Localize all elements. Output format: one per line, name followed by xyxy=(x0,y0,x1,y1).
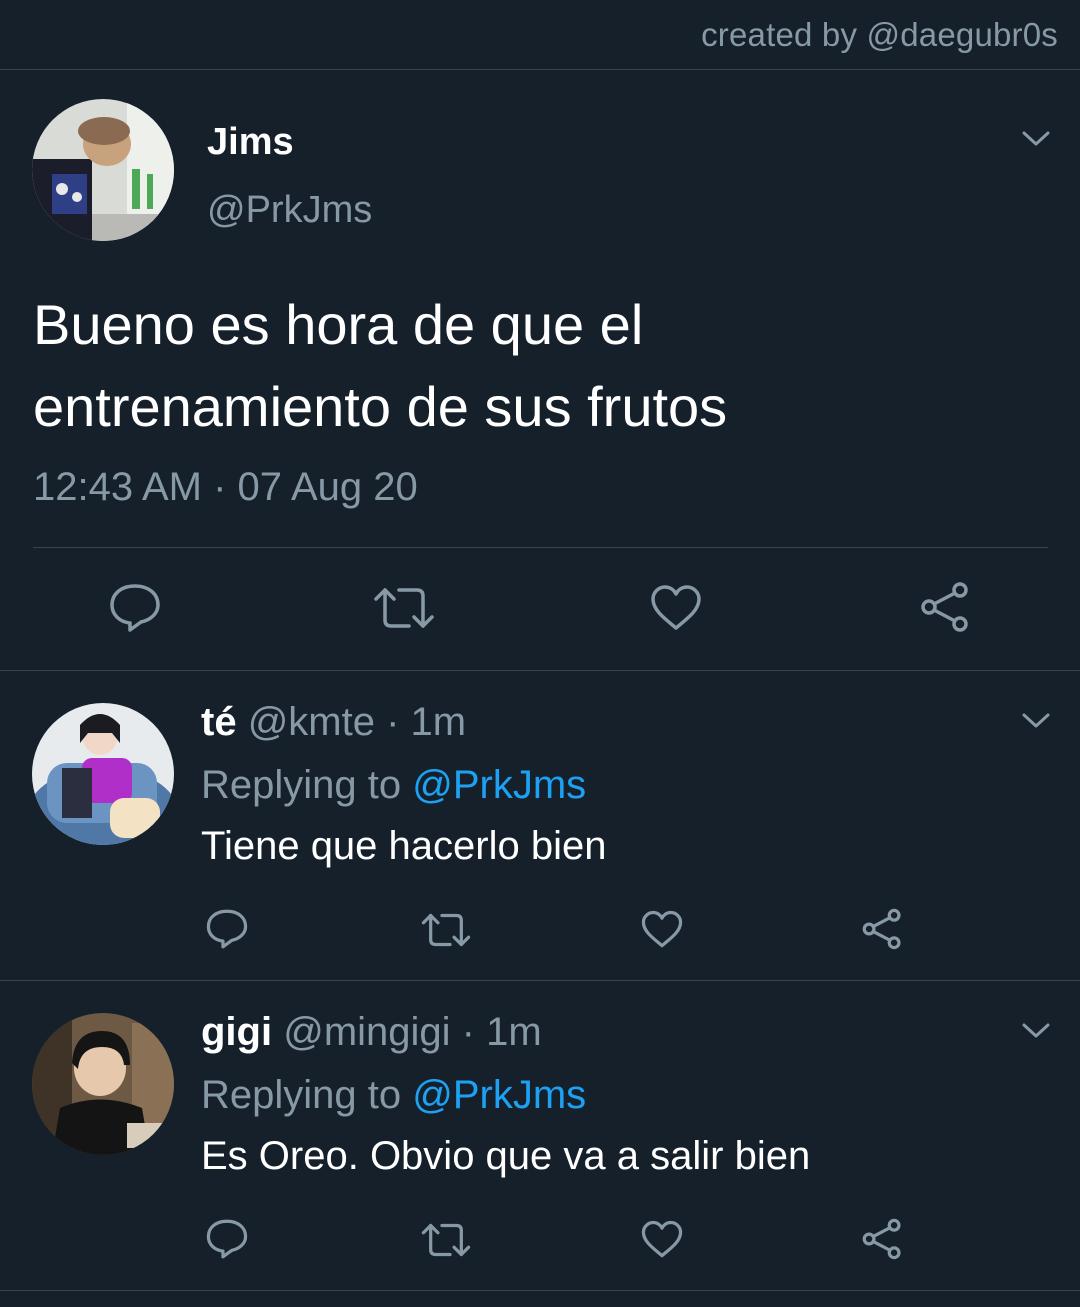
reply-author-name[interactable]: gigi xyxy=(201,1010,272,1054)
chevron-down-icon[interactable] xyxy=(1021,129,1051,149)
avatar[interactable] xyxy=(32,703,174,845)
top-header: created by @daegubr0s xyxy=(0,0,1080,70)
replying-to-handle[interactable]: @PrkJms xyxy=(412,1073,586,1117)
reply-text: Es Oreo. Obvio que va a salir bien xyxy=(201,1134,811,1178)
replying-to-label: Replying to xyxy=(201,1073,413,1117)
share-icon[interactable] xyxy=(860,1218,904,1260)
reply-author-meta: @mingigi · 1m xyxy=(283,1010,542,1054)
retweet-icon[interactable] xyxy=(373,586,435,630)
chevron-down-icon[interactable] xyxy=(1021,1021,1051,1041)
retweet-icon[interactable] xyxy=(421,1222,471,1258)
replying-to-label: Replying to xyxy=(201,763,413,807)
replying-to: Replying to @PrkJms xyxy=(201,763,586,808)
avatar[interactable] xyxy=(32,99,174,241)
like-icon[interactable] xyxy=(641,910,683,949)
divider xyxy=(0,1290,1080,1291)
like-icon[interactable] xyxy=(641,1220,683,1259)
reply-author-name[interactable]: té xyxy=(201,700,237,744)
tweet-text: Bueno es hora de que el entrenamiento de… xyxy=(33,293,728,438)
reply-icon[interactable] xyxy=(108,582,162,634)
retweet-icon[interactable] xyxy=(421,912,471,948)
reply-text: Tiene que hacerlo bien xyxy=(201,824,607,868)
divider xyxy=(0,980,1080,981)
author-name[interactable]: Jims xyxy=(207,121,294,164)
replying-to: Replying to @PrkJms xyxy=(201,1073,586,1118)
divider xyxy=(33,547,1048,548)
share-icon[interactable] xyxy=(918,581,972,633)
reply-author-meta: @kmte · 1m xyxy=(247,700,467,744)
reply-icon[interactable] xyxy=(205,1218,249,1260)
creator-credit: created by @daegubr0s xyxy=(701,16,1058,53)
chevron-down-icon[interactable] xyxy=(1021,711,1051,731)
avatar[interactable] xyxy=(32,1013,174,1155)
author-handle[interactable]: @PrkJms xyxy=(207,189,372,232)
like-icon[interactable] xyxy=(650,584,702,632)
reply-icon[interactable] xyxy=(205,908,249,950)
divider xyxy=(0,670,1080,671)
share-icon[interactable] xyxy=(860,908,904,950)
replying-to-handle[interactable]: @PrkJms xyxy=(412,763,586,807)
tweet-timestamp[interactable]: 12:43 AM · 07 Aug 20 xyxy=(33,465,418,510)
